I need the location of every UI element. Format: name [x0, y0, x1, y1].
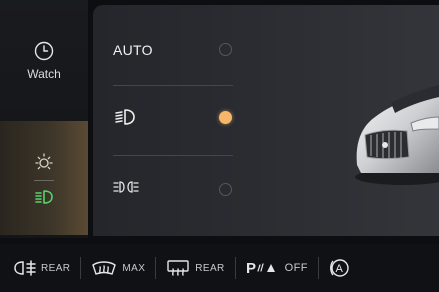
rear-fog-label: REAR	[41, 262, 71, 274]
clock-icon	[34, 41, 54, 61]
front-defrost-icon	[91, 259, 117, 277]
light-mode-low-beam[interactable]	[113, 93, 233, 141]
lights-panel: AUTO	[93, 5, 439, 236]
bar-divider	[155, 257, 157, 279]
rear-defrost-label: REAR	[195, 262, 225, 274]
sidebar-item-watch[interactable]: Watch	[0, 0, 88, 121]
headlight-icon	[33, 189, 55, 205]
auto-hold-button[interactable]: A	[329, 244, 351, 292]
svg-text:A: A	[335, 263, 343, 275]
parking-lights-icon	[113, 179, 139, 195]
park-assist-label: OFF	[284, 262, 308, 274]
sun-icon	[33, 152, 55, 172]
front-defrost-button[interactable]: MAX	[91, 244, 145, 292]
park-sensor-icon: P	[246, 259, 280, 277]
rear-defrost-icon	[166, 259, 190, 277]
divider	[113, 85, 233, 86]
svg-text:P: P	[246, 260, 256, 277]
radio-parking[interactable]	[219, 183, 232, 196]
low-beam-icon	[113, 108, 137, 126]
light-mode-parking[interactable]	[113, 163, 233, 211]
bar-divider	[234, 257, 236, 279]
rear-fog-button[interactable]: REAR	[14, 244, 70, 292]
bar-divider	[317, 257, 319, 279]
sidebar-item-lights[interactable]	[0, 121, 88, 235]
bar-divider	[80, 257, 82, 279]
auto-hold-icon: A	[329, 257, 351, 279]
radio-auto[interactable]	[219, 43, 232, 56]
rear-fog-icon	[14, 260, 36, 276]
radio-low-beam[interactable]	[219, 111, 232, 124]
sidebar: Watch	[0, 0, 88, 238]
divider	[113, 155, 233, 156]
sidebar-separator	[34, 179, 54, 181]
rear-defrost-button[interactable]: REAR	[166, 244, 224, 292]
car-image	[355, 85, 439, 185]
bottom-bar: REAR MAX REAR P OFF A	[0, 244, 439, 292]
sidebar-item-label: Watch	[27, 66, 61, 81]
park-assist-button[interactable]: P OFF	[246, 244, 308, 292]
front-defrost-label: MAX	[122, 262, 146, 274]
light-mode-label: AUTO	[113, 42, 153, 58]
light-mode-auto[interactable]: AUTO	[113, 26, 233, 74]
